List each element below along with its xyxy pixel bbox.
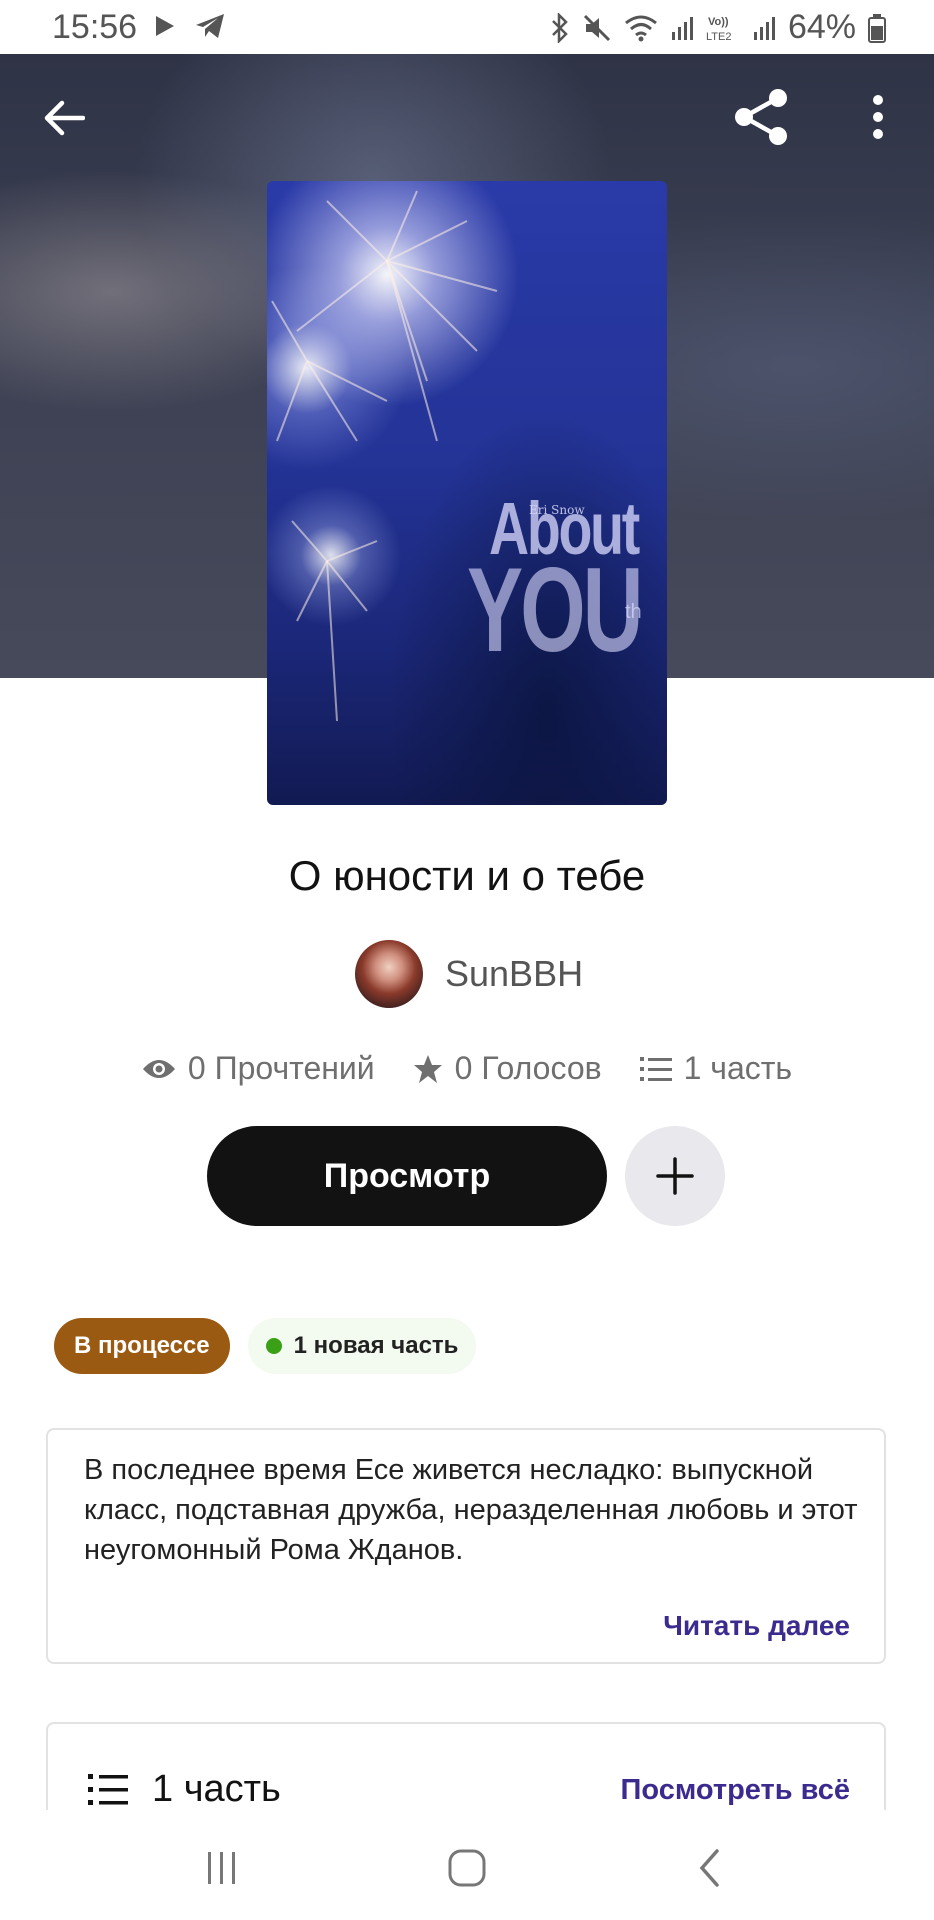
mute-icon xyxy=(583,14,610,41)
back-icon xyxy=(699,1849,719,1887)
wifi-icon xyxy=(625,15,657,41)
cover-title-line2: YOU xyxy=(467,543,643,677)
system-navigation-bar xyxy=(0,1810,934,1920)
new-indicator-dot xyxy=(265,1338,282,1354)
more-options-button[interactable] xyxy=(858,86,898,148)
new-parts-label: 1 новая часть xyxy=(293,1332,459,1359)
votes-stat: 0 Голосов xyxy=(413,1050,602,1087)
status-time: 15:56 xyxy=(52,8,138,46)
play-icon xyxy=(156,16,174,36)
battery-percent: 64% xyxy=(787,8,856,46)
more-vertical-icon xyxy=(873,95,883,139)
cover-suffix: th xyxy=(625,601,642,623)
parts-title: 1 часть xyxy=(152,1768,281,1810)
reads-stat: 0 Прочтений xyxy=(142,1050,375,1087)
status-badge: В процессе xyxy=(54,1318,230,1374)
signal-icon xyxy=(671,16,693,40)
volte-icon: Vo)) LTE2 xyxy=(706,16,731,43)
eye-icon xyxy=(142,1059,175,1078)
recent-apps-icon xyxy=(208,1852,235,1884)
description-text: В последнее время Есе живется несладко: … xyxy=(84,1454,858,1566)
star-icon xyxy=(413,1054,442,1083)
status-bar: 15:56 Vo)) LTE2 64% xyxy=(0,0,934,54)
home-button[interactable] xyxy=(437,1838,497,1898)
add-to-library-button[interactable] xyxy=(625,1126,725,1226)
back-button[interactable] xyxy=(34,88,94,148)
recent-apps-button[interactable] xyxy=(192,1838,252,1898)
telegram-icon xyxy=(196,14,224,38)
svg-text:LTE2: LTE2 xyxy=(706,31,731,43)
status-notification-icons xyxy=(154,12,226,40)
see-all-link[interactable]: Посмотреть всё xyxy=(621,1774,850,1807)
list-icon xyxy=(639,1056,672,1081)
parts-count: 1 часть xyxy=(683,1050,793,1086)
share-button[interactable] xyxy=(730,86,792,148)
battery-icon xyxy=(868,13,886,43)
svg-text:Vo)): Vo)) xyxy=(708,16,729,28)
signal-icon xyxy=(753,16,775,40)
story-cover-image[interactable]: Eri Snow About YOU th xyxy=(267,181,667,805)
back-arrow-icon xyxy=(44,100,85,136)
votes-count: 0 Голосов xyxy=(454,1050,602,1086)
author-link[interactable]: SunBBH xyxy=(355,940,583,1008)
share-icon xyxy=(735,89,787,145)
parts-header: 1 часть xyxy=(88,1768,281,1811)
nav-back-button[interactable] xyxy=(680,1838,740,1898)
story-stats: 0 Прочтений 0 Голосов 1 часть xyxy=(0,1050,934,1087)
plus-icon xyxy=(656,1157,694,1195)
story-badges: В процессе 1 новая часть xyxy=(54,1318,477,1374)
bluetooth-icon xyxy=(552,12,568,43)
parts-stat: 1 часть xyxy=(639,1050,793,1087)
avatar[interactable] xyxy=(355,940,423,1008)
read-more-link[interactable]: Читать далее xyxy=(663,1610,850,1642)
home-icon xyxy=(448,1849,486,1887)
read-button[interactable]: Просмотр xyxy=(207,1126,607,1226)
new-parts-badge: 1 новая часть xyxy=(247,1318,477,1374)
status-system-icons: Vo)) LTE2 64% xyxy=(550,8,886,47)
reads-count: 0 Прочтений xyxy=(187,1050,375,1086)
story-title: О юности и о тебе xyxy=(288,852,646,899)
list-icon xyxy=(88,1773,128,1805)
description-card: В последнее время Есе живется несладко: … xyxy=(46,1428,886,1664)
author-name[interactable]: SunBBH xyxy=(445,953,583,995)
